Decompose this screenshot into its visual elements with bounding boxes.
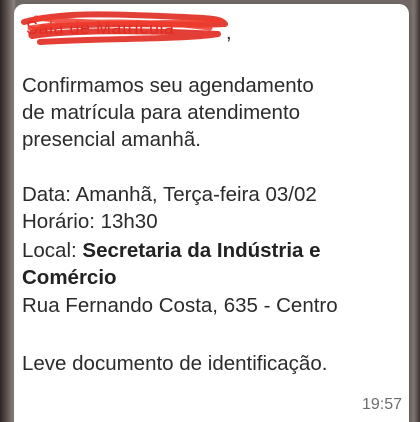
location-name-1: Secretaria da Indústria e — [82, 239, 321, 262]
location-line: Local: Secretaria da Indústria e — [22, 237, 408, 265]
message-line-2: de matrícula para atendimento — [22, 101, 301, 124]
sender-name-area: Sala de Matrícula , — [20, 8, 232, 46]
message-line-1: Confirmamos seu agendamento — [22, 74, 314, 97]
date-line: Data: Amanhã, Terça-feira 03/02 — [22, 183, 317, 206]
sender-punctuation: , — [226, 22, 232, 44]
message-line-3: presencial amanhã. — [22, 128, 201, 151]
closing-line: Leve documento de identificação. — [22, 352, 328, 375]
location-label: Local: — [22, 239, 83, 262]
location-name-2: Comércio — [22, 266, 117, 289]
time-line: Horário: 13h30 — [22, 210, 158, 233]
location-line-2: Comércio — [22, 264, 408, 292]
message-timestamp: 19:57 — [361, 396, 402, 413]
address-line: Rua Fernando Costa, 635 - Centro — [22, 294, 338, 317]
redaction-scribble — [21, 11, 228, 45]
